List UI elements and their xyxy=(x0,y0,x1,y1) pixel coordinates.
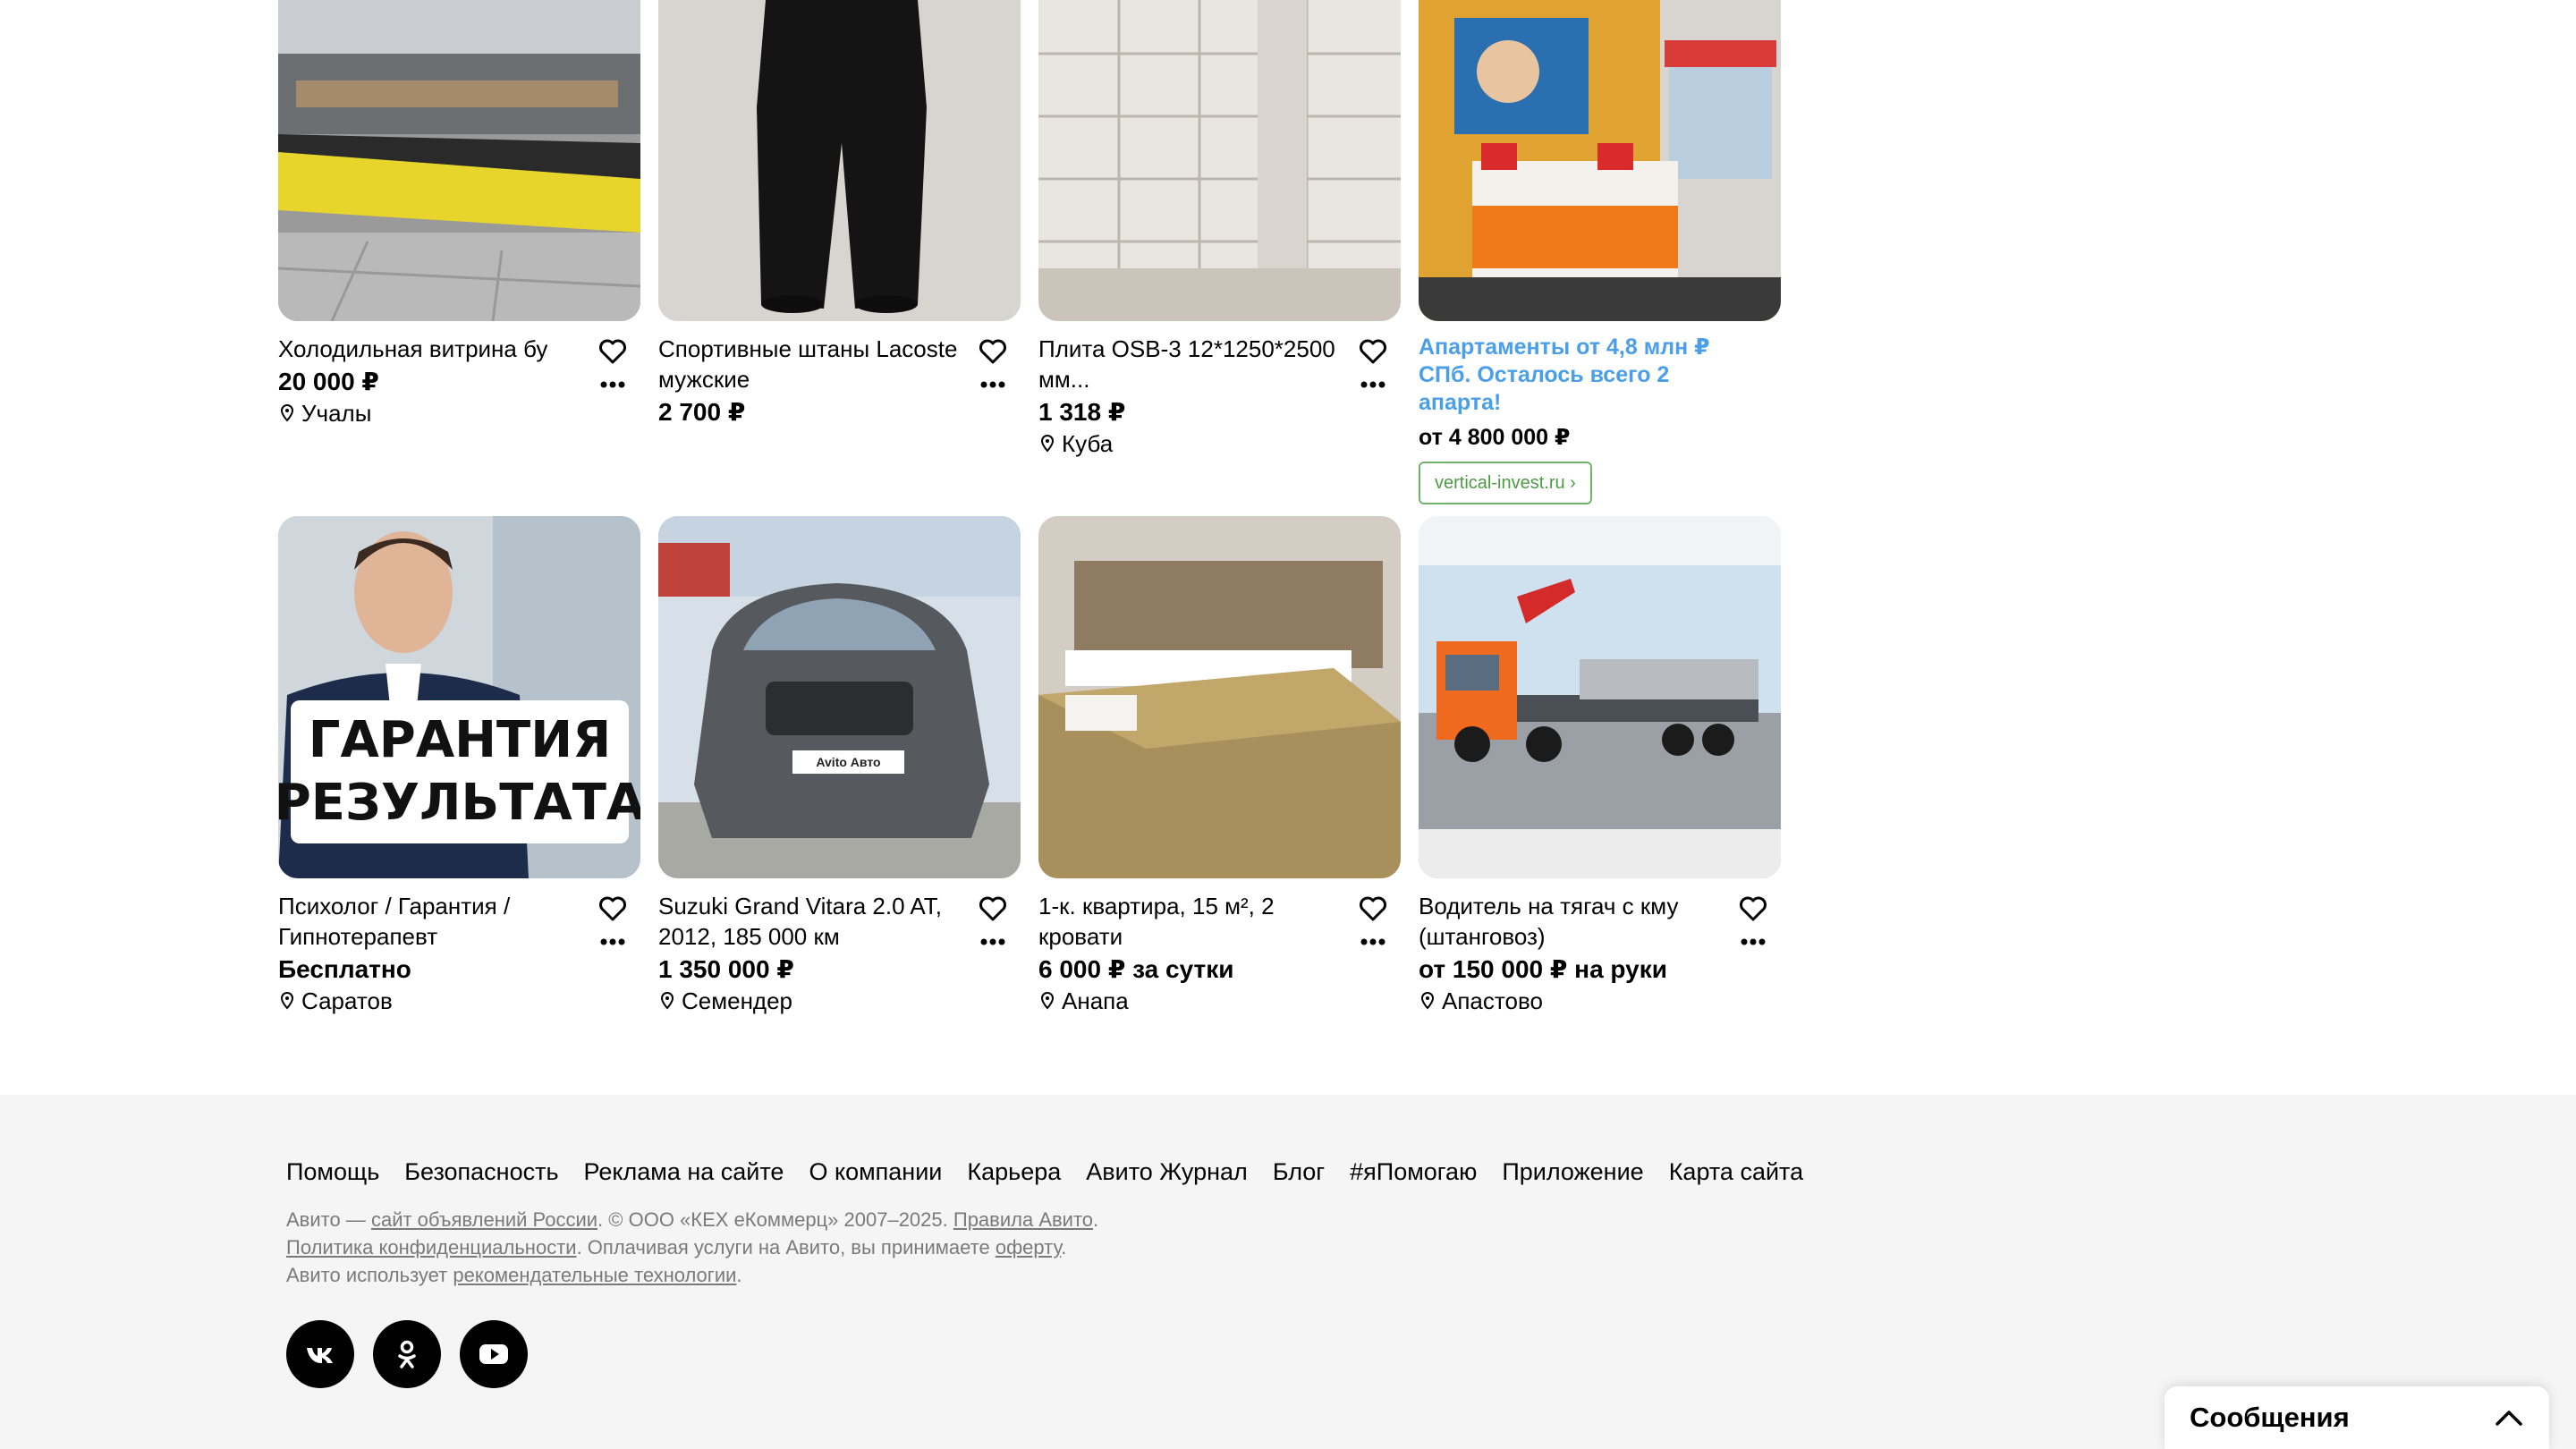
favorite-heart-icon[interactable] xyxy=(1358,894,1388,923)
footer-link-blog[interactable]: Блог xyxy=(1273,1156,1325,1188)
footer-link-journal[interactable]: Авито Журнал xyxy=(1086,1156,1248,1188)
youtube-icon[interactable] xyxy=(460,1320,528,1388)
listing-card[interactable]: 1-к. квартира, 15 м², 2 кровати 6 000 ₽ … xyxy=(1038,516,1401,1016)
legal-link-offer[interactable]: оферту xyxy=(996,1236,1061,1258)
legal-link-privacy[interactable]: Политика конфиденциальности xyxy=(286,1236,577,1258)
favorite-heart-icon[interactable] xyxy=(1738,894,1768,923)
listing-price: 2 700 ₽ xyxy=(658,398,746,426)
more-options-icon[interactable] xyxy=(978,936,1008,948)
listing-photo-caption: ГАРАНТИЯ РЕЗУЛЬТАТА xyxy=(278,711,640,832)
more-options-icon[interactable] xyxy=(597,378,628,391)
listing-card[interactable]: Avito Авто Suzuki Grand Vitara 2.0 AT, 2… xyxy=(658,516,1021,1016)
listing-area: Холодильная витрина бу 20 000 ₽ Учалы Сп… xyxy=(0,0,2576,1095)
chevron-up-icon[interactable] xyxy=(2494,1408,2524,1428)
ad-title[interactable]: Апартаменты от 4,8 млн ₽ СПб. Осталось в… xyxy=(1419,334,1763,417)
location-pin-icon xyxy=(280,403,294,422)
more-options-icon[interactable] xyxy=(978,378,1008,391)
location-pin-icon xyxy=(1420,991,1435,1010)
footer-legal-text: Авито — сайт объявлений России. © ООО «К… xyxy=(286,1208,1099,1286)
listing-title[interactable]: Спортивные штаны Lacoste мужские xyxy=(658,334,976,394)
listing-card[interactable]: Холодильная витрина бу 20 000 ₽ Учалы xyxy=(278,0,640,428)
favorite-heart-icon[interactable] xyxy=(978,894,1008,923)
footer-link-help-campaign[interactable]: #яПомогаю xyxy=(1350,1156,1477,1188)
odnoklassniki-icon[interactable] xyxy=(373,1320,441,1388)
social-links xyxy=(286,1320,528,1388)
listing-price: 1 350 000 ₽ xyxy=(658,955,794,983)
listing-location: Саратов xyxy=(278,986,596,1016)
messages-label: Сообщения xyxy=(2190,1402,2350,1433)
footer-link-career[interactable]: Карьера xyxy=(967,1156,1061,1188)
listing-photo-fridge-showcase[interactable] xyxy=(278,0,640,321)
listing-title[interactable]: Водитель на тягач с кму (штанговоз) xyxy=(1419,891,1736,952)
listing-card[interactable]: Водитель на тягач с кму (штанговоз) от 1… xyxy=(1419,516,1781,1016)
footer-link-about[interactable]: О компании xyxy=(809,1156,942,1188)
footer-link-help[interactable]: Помощь xyxy=(286,1156,379,1188)
listing-price: от 150 000 ₽ на руки xyxy=(1419,955,1667,983)
ad-site-link[interactable]: vertical-invest.ru › xyxy=(1419,462,1592,504)
listing-photo-osb-plates[interactable] xyxy=(1038,0,1401,321)
listing-price: 20 000 ₽ xyxy=(278,368,379,395)
footer-link-safety[interactable]: Безопасность xyxy=(404,1156,558,1188)
listing-price: Бесплатно xyxy=(278,955,411,983)
listing-title[interactable]: Suzuki Grand Vitara 2.0 AT, 2012, 185 00… xyxy=(658,891,976,952)
ad-price: от 4 800 000 ₽ xyxy=(1419,425,1571,450)
messages-widget[interactable]: Сообщения xyxy=(2165,1386,2549,1449)
listing-photo-track-pants[interactable] xyxy=(658,0,1021,321)
listing-card[interactable]: Спортивные штаны Lacoste мужские 2 700 ₽ xyxy=(658,0,1021,428)
favorite-heart-icon[interactable] xyxy=(978,337,1008,366)
listing-location: Учалы xyxy=(278,398,596,428)
footer-link-ads[interactable]: Реклама на сайте xyxy=(584,1156,784,1188)
listing-card[interactable]: ГАРАНТИЯ РЕЗУЛЬТАТА Психолог / Гарантия … xyxy=(278,516,640,1016)
listing-location: Апастово xyxy=(1419,986,1736,1016)
ad-photo-apartment[interactable] xyxy=(1419,0,1781,321)
location-pin-icon xyxy=(1040,434,1055,453)
location-pin-icon xyxy=(660,991,674,1010)
more-options-icon[interactable] xyxy=(597,936,628,948)
listing-photo-room[interactable] xyxy=(1038,516,1401,878)
listing-title[interactable]: Плита OSB-3 12*1250*2500 мм... xyxy=(1038,334,1356,394)
more-options-icon[interactable] xyxy=(1358,936,1388,948)
more-options-icon[interactable] xyxy=(1738,936,1768,948)
ad-card[interactable]: Апартаменты от 4,8 млн ₽ СПб. Осталось в… xyxy=(1419,0,1781,504)
listing-photo-psychologist[interactable]: ГАРАНТИЯ РЕЗУЛЬТАТА xyxy=(278,516,640,878)
footer-link-sitemap[interactable]: Карта сайта xyxy=(1669,1156,1803,1188)
legal-link-classifieds[interactable]: сайт объявлений России xyxy=(371,1208,597,1231)
location-pin-icon xyxy=(280,991,294,1010)
license-plate: Avito Авто xyxy=(816,755,881,769)
favorite-heart-icon[interactable] xyxy=(597,337,628,366)
listing-location: Анапа xyxy=(1038,986,1356,1016)
listing-card[interactable]: Плита OSB-3 12*1250*2500 мм... 1 318 ₽ К… xyxy=(1038,0,1401,459)
listing-location: Семендер xyxy=(658,986,976,1016)
footer-link-app[interactable]: Приложение xyxy=(1502,1156,1643,1188)
legal-link-rules[interactable]: Правила Авито xyxy=(953,1208,1093,1231)
favorite-heart-icon[interactable] xyxy=(1358,337,1388,366)
listing-price: 6 000 ₽ за сутки xyxy=(1038,955,1234,983)
listing-photo-truck[interactable] xyxy=(1419,516,1781,878)
listing-title[interactable]: 1-к. квартира, 15 м², 2 кровати xyxy=(1038,891,1356,952)
listing-title[interactable]: Психолог / Гарантия / Гипнотерапевт xyxy=(278,891,596,952)
listing-photo-suzuki-car[interactable]: Avito Авто xyxy=(658,516,1021,878)
legal-link-recommendations[interactable]: рекомендательные технологии xyxy=(453,1264,736,1286)
location-pin-icon xyxy=(1040,991,1055,1010)
vk-icon[interactable] xyxy=(286,1320,354,1388)
more-options-icon[interactable] xyxy=(1358,378,1388,391)
favorite-heart-icon[interactable] xyxy=(597,894,628,923)
listing-title[interactable]: Холодильная витрина бу xyxy=(278,334,596,364)
listing-location: Куба xyxy=(1038,428,1356,459)
footer-links: Помощь Безопасность Реклама на сайте О к… xyxy=(286,1156,1803,1188)
listing-price: 1 318 ₽ xyxy=(1038,398,1126,426)
